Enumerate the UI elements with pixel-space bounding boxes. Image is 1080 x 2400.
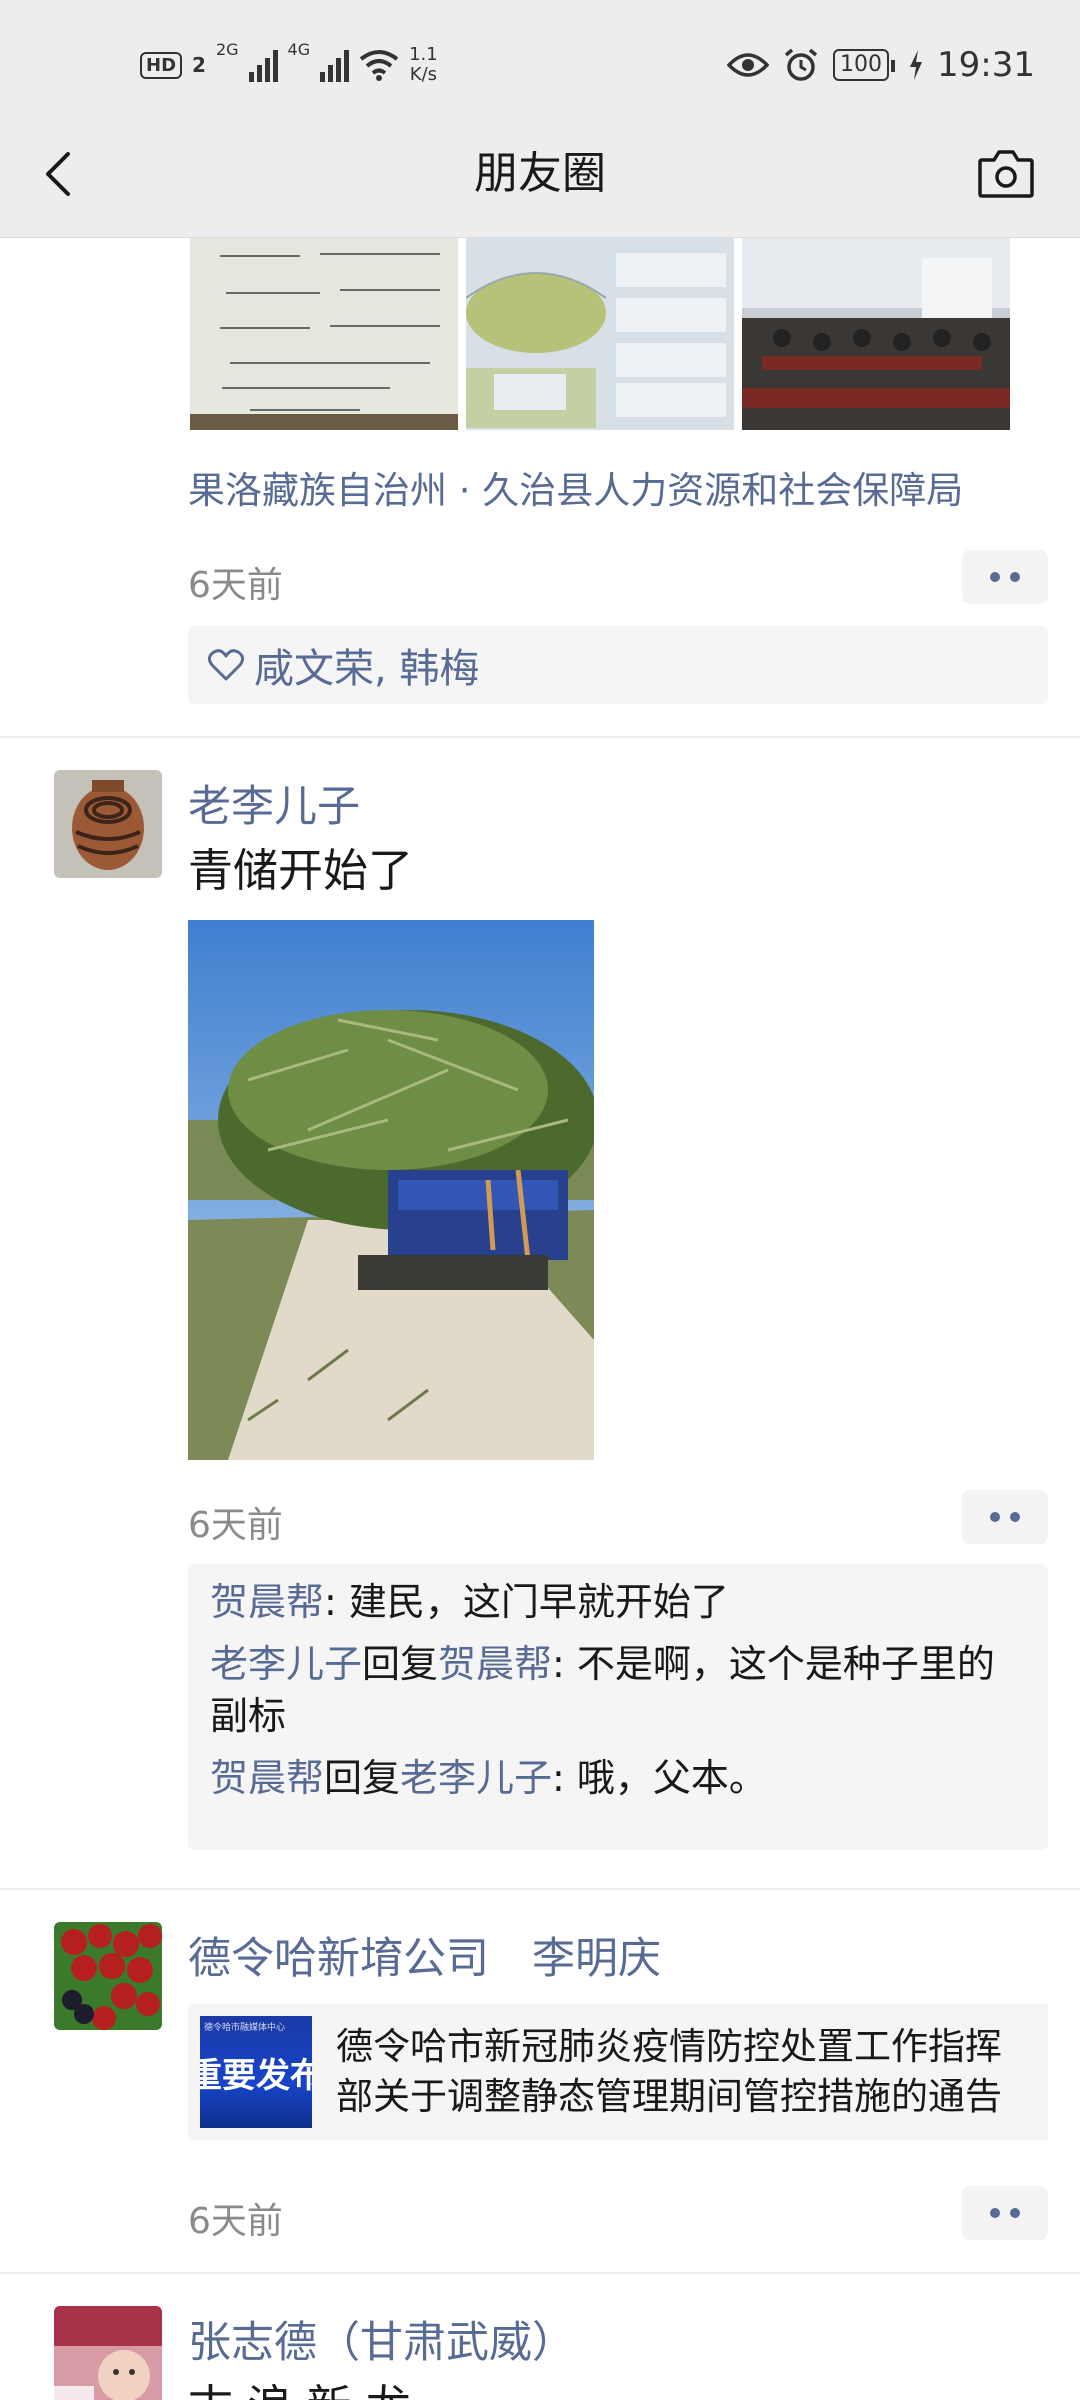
post-time: 6天前 (188, 1505, 283, 1546)
post-time: 6天前 (188, 565, 283, 606)
berries-avatar-image (54, 1922, 162, 2030)
page-title: 朋友圈 (474, 148, 606, 199)
post-username[interactable]: 老李儿子 (188, 772, 360, 834)
comment[interactable]: 老李儿子回复贺晨帮: 不是啊，这个是种子里的副标 (210, 1638, 1028, 1742)
comment[interactable]: 贺晨帮回复老李儿子: 哦，父本。 (210, 1752, 1028, 1804)
silage-truck-image (188, 920, 594, 1460)
avatar[interactable] (54, 2306, 162, 2400)
signal-icon-2 (320, 48, 350, 82)
pottery-avatar-image (54, 770, 162, 878)
link-title: 德令哈市新冠肺炎疫情防控处置工作指挥 部关于调整静态管理期间管控措施的通告 (336, 2022, 1026, 2122)
avatar[interactable] (54, 1922, 162, 2030)
meeting-room-image (742, 238, 1010, 430)
moment-post: 张志德（甘肃武威） 古 浪 新 龙 (0, 2274, 1080, 2400)
post-more-button[interactable] (962, 2186, 1048, 2240)
post-username[interactable]: 德令哈新堉公司 李明庆 (188, 1924, 661, 1986)
network-4g-label: 4G (287, 40, 311, 59)
moment-post: 老李儿子 青储开始了 6天前 贺晨帮: 建民，这门早就开始了 老李儿子回复贺晨帮… (0, 738, 1080, 1868)
status-right: 100 19:31 (727, 40, 1035, 90)
link-thumbnail: 德令哈市融媒体中心 重要发布 (200, 2016, 312, 2128)
network-2g-label: 2G (215, 40, 239, 59)
camera-icon[interactable] (976, 146, 1036, 202)
reply-word: 回复 (324, 1756, 401, 1800)
network-speed-unit: K/s (409, 64, 438, 85)
comment[interactable]: 贺晨帮: 建民，这门早就开始了 (210, 1576, 1028, 1628)
network-speed: 1.1 K/s (409, 45, 438, 85)
avatar[interactable] (54, 770, 162, 878)
post-location[interactable]: 果洛藏族自治州 · 久治县人力资源和社会保障局 (188, 460, 963, 514)
moments-feed[interactable]: 果洛藏族自治州 · 久治县人力资源和社会保障局 6天前 咸文荣, 韩梅 老李儿子… (0, 238, 1080, 2400)
comment-author[interactable]: 老李儿子 (210, 1642, 362, 1686)
comments-box: 贺晨帮: 建民，这门早就开始了 老李儿子回复贺晨帮: 不是啊，这个是种子里的副标… (188, 1564, 1048, 1850)
link-title-line-1: 德令哈市新冠肺炎疫情防控处置工作指挥 (336, 2025, 1002, 2068)
link-thumbnail-text: 重要发布 (200, 2055, 312, 2096)
post-image-1[interactable] (190, 238, 458, 430)
shared-link-card[interactable]: 德令哈市融媒体中心 重要发布 德令哈市新冠肺炎疫情防控处置工作指挥 部关于调整静… (188, 2004, 1048, 2140)
moment-post: 果洛藏族自治州 · 久治县人力资源和社会保障局 6天前 咸文荣, 韩梅 (0, 238, 1080, 738)
likes-names[interactable]: 咸文荣, 韩梅 (254, 636, 479, 694)
status-left: HD 2 2G 4G 1.1 K/s (140, 40, 438, 90)
battery-icon: 100 (833, 49, 896, 81)
post-more-button[interactable] (962, 550, 1048, 604)
post-username[interactable]: 张志德（甘肃武威） (188, 2308, 575, 2370)
comment-text: : 建民，这门早就开始了 (324, 1580, 729, 1624)
child-photo-avatar-image (54, 2306, 162, 2400)
post-image-2[interactable] (466, 238, 734, 430)
post-image[interactable] (188, 920, 594, 1460)
post-more-button[interactable] (962, 1490, 1048, 1544)
handwriting-image (190, 238, 458, 430)
post-image-3[interactable] (742, 238, 1010, 430)
sim-indicator: 2 (192, 53, 206, 77)
eye-icon (727, 53, 770, 77)
nav-bar: 朋友圈 (0, 110, 1080, 238)
link-title-line-2: 部关于调整静态管理期间管控措施的通告 (336, 2075, 1002, 2118)
post-time: 6天前 (188, 2201, 283, 2242)
network-speed-value: 1.1 (409, 44, 438, 65)
signal-icon (248, 48, 278, 82)
likes-bar: 咸文荣, 韩梅 (188, 626, 1048, 704)
charging-icon (910, 50, 923, 80)
clock: 19:31 (937, 45, 1035, 85)
comment-reply-target[interactable]: 贺晨帮 (438, 1642, 552, 1686)
post-text: 古 浪 新 龙 (188, 2370, 411, 2400)
heart-icon (208, 649, 244, 681)
post-text: 青储开始了 (188, 844, 414, 897)
hd-badge: HD (140, 51, 183, 79)
link-thumbnail-source: 德令哈市融媒体中心 (204, 2023, 286, 2033)
greenhouse-slide-image (466, 238, 734, 430)
reply-word: 回复 (362, 1642, 439, 1686)
moment-post: 德令哈新堉公司 李明庆 德令哈市融媒体中心 重要发布 德令哈市新冠肺炎疫情防控处… (0, 1890, 1080, 2262)
alarm-icon (784, 48, 818, 81)
comment-author[interactable]: 贺晨帮 (210, 1580, 324, 1624)
wifi-icon (359, 50, 399, 81)
comment-reply-target[interactable]: 老李儿子 (400, 1756, 552, 1800)
comment-author[interactable]: 贺晨帮 (210, 1756, 324, 1800)
comment-text: : 哦，父本。 (552, 1756, 767, 1800)
